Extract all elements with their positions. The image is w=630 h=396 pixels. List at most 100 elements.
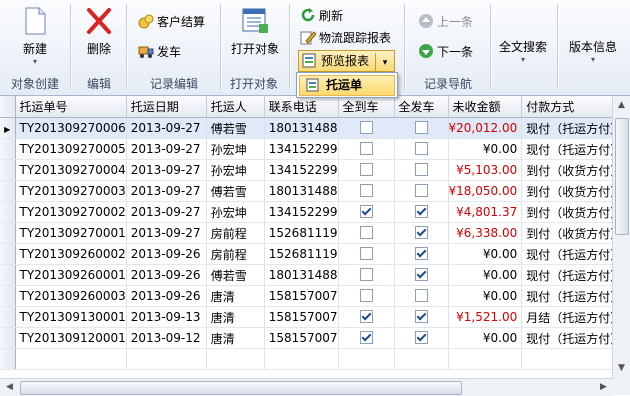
cell-date[interactable]: 2013-09-12 [126, 327, 207, 349]
cell-date[interactable]: 2013-09-27 [126, 180, 207, 202]
cell-phone[interactable]: 180131488 [264, 264, 339, 286]
menu-item-consignment[interactable]: 托运单 [299, 75, 395, 96]
row-indicator[interactable]: ▶ [0, 117, 16, 139]
cell-unpaid-amount[interactable]: ¥5,103.00 [448, 159, 523, 181]
arrived-checkbox[interactable] [359, 289, 373, 302]
cell-consignment-id[interactable]: TY201309260001 [15, 264, 127, 286]
cell-unpaid-amount[interactable]: ¥0.00 [448, 138, 523, 160]
cell-payment-method[interactable]: 现付（托运方付） [521, 327, 627, 349]
cell-unpaid-amount[interactable]: ¥0.00 [448, 243, 523, 265]
cell-shipper[interactable]: 傅若雪 [206, 117, 265, 139]
cell-arrived[interactable] [338, 201, 395, 223]
dispatched-checkbox[interactable] [414, 226, 428, 239]
cell-consignment-id[interactable]: TY201309270003 [15, 180, 127, 202]
cell-arrived[interactable] [338, 327, 395, 349]
cell-dispatched[interactable] [394, 285, 449, 307]
cell-unpaid-amount[interactable]: ¥20,012.00 [448, 117, 523, 139]
cell-payment-method[interactable]: 月结（托运方付） [521, 306, 627, 328]
cell-shipper[interactable]: 唐清 [206, 306, 265, 328]
cell-date[interactable]: 2013-09-27 [126, 159, 207, 181]
cell-phone[interactable]: 134152299 [264, 138, 339, 160]
arrived-checkbox[interactable] [359, 268, 373, 281]
scroll-right-icon[interactable]: ▶ [596, 380, 611, 395]
row-indicator[interactable] [0, 159, 16, 181]
vertical-scroll-thumb[interactable] [615, 118, 629, 235]
dispatched-checkbox[interactable] [414, 247, 428, 260]
cell-unpaid-amount[interactable]: ¥0.00 [448, 264, 523, 286]
cell-shipper[interactable]: 房前程 [206, 222, 265, 244]
horizontal-scroll-thumb[interactable] [20, 381, 462, 395]
cell-dispatched[interactable] [394, 201, 449, 223]
tracking-report-button[interactable]: 物流跟踪报表 [300, 28, 391, 48]
cell-shipper[interactable]: 孙宏坤 [206, 159, 265, 181]
cell-shipper[interactable]: 唐清 [206, 327, 265, 349]
arrived-checkbox[interactable] [359, 142, 373, 155]
cell-date[interactable]: 2013-09-26 [126, 243, 207, 265]
cell-shipper[interactable]: 傅若雪 [206, 264, 265, 286]
scroll-left-icon[interactable]: ◀ [2, 380, 17, 395]
table-row[interactable]: TY201309260003 2013-09-26 唐清 158157007 ¥0.00… [0, 285, 627, 307]
cell-consignment-id[interactable]: TY201309270002 [15, 201, 127, 223]
row-indicator[interactable] [0, 306, 16, 328]
cell-dispatched[interactable] [394, 180, 449, 202]
table-row[interactable]: ▶ TY201309270006 2013-09-27 傅若雪 180131488 ¥20… [0, 117, 627, 139]
column-header[interactable]: 托运人 [206, 96, 265, 118]
cell-payment-method[interactable]: 到付（收货方付） [521, 201, 627, 223]
cell-arrived[interactable] [338, 264, 395, 286]
cell-consignment-id[interactable]: TY201309260002 [15, 243, 127, 265]
cell-arrived[interactable] [338, 180, 395, 202]
cell-date[interactable]: 2013-09-27 [126, 201, 207, 223]
arrived-checkbox[interactable] [359, 205, 373, 218]
cell-arrived[interactable] [338, 306, 395, 328]
vertical-scrollbar[interactable]: ▲ ▼ [612, 96, 630, 378]
cell-payment-method[interactable]: 现付（托运方付） [521, 285, 627, 307]
cell-phone[interactable]: 158157007 [264, 327, 339, 349]
table-row[interactable]: TY201309270005 2013-09-27 孙宏坤 134152299 ¥0.0… [0, 138, 627, 160]
arrived-checkbox[interactable] [359, 121, 373, 134]
dispatched-checkbox[interactable] [414, 268, 428, 281]
column-header[interactable]: 联系电话 [264, 96, 339, 118]
column-header[interactable]: 付款方式 [521, 96, 627, 118]
preview-report-dropdown-icon[interactable]: ▾ [375, 53, 394, 73]
customer-settle-button[interactable]: 客户结算 [138, 12, 205, 32]
refresh-button[interactable]: 刷新 [300, 6, 343, 26]
cell-arrived[interactable] [338, 243, 395, 265]
cell-phone[interactable]: 152681119 [264, 243, 339, 265]
cell-phone[interactable]: 180131488 [264, 180, 339, 202]
arrived-checkbox[interactable] [359, 163, 373, 176]
cell-payment-method[interactable]: 到付（收货方付） [521, 222, 627, 244]
cell-dispatched[interactable] [394, 138, 449, 160]
delete-button[interactable]: 删除 [78, 4, 120, 57]
cell-dispatched[interactable] [394, 117, 449, 139]
scroll-up-icon[interactable]: ▲ [614, 98, 629, 113]
cell-arrived[interactable] [338, 222, 395, 244]
table-row[interactable]: TY201309270002 2013-09-27 孙宏坤 134152299 ¥4,8… [0, 201, 627, 223]
ship-button[interactable]: 发车 [138, 42, 181, 62]
cell-dispatched[interactable] [394, 306, 449, 328]
cell-consignment-id[interactable]: TY201309270006 [15, 117, 127, 139]
table-row[interactable]: TY201309120001 2013-09-12 唐清 158157007 ¥0.00… [0, 327, 627, 349]
arrived-checkbox[interactable] [359, 247, 373, 260]
row-indicator[interactable] [0, 243, 16, 265]
scroll-down-icon[interactable]: ▼ [614, 361, 629, 376]
dispatched-checkbox[interactable] [414, 142, 428, 155]
cell-date[interactable]: 2013-09-26 [126, 285, 207, 307]
row-indicator[interactable] [0, 201, 16, 223]
cell-shipper[interactable]: 孙宏坤 [206, 138, 265, 160]
fulltext-search-button[interactable]: 全文搜索 ▾ [494, 38, 552, 64]
dispatched-checkbox[interactable] [414, 205, 428, 218]
cell-unpaid-amount[interactable]: ¥0.00 [448, 285, 523, 307]
cell-consignment-id[interactable]: TY201309270004 [15, 159, 127, 181]
cell-dispatched[interactable] [394, 264, 449, 286]
dispatched-checkbox[interactable] [414, 184, 428, 197]
cell-shipper[interactable]: 房前程 [206, 243, 265, 265]
column-header[interactable]: 托运日期 [126, 96, 207, 118]
row-indicator[interactable] [0, 222, 16, 244]
cell-shipper[interactable]: 唐清 [206, 285, 265, 307]
dispatched-checkbox[interactable] [414, 289, 428, 302]
table-row[interactable]: TY201309130001 2013-09-13 唐清 158157007 ¥1,52… [0, 306, 627, 328]
cell-date[interactable]: 2013-09-27 [126, 117, 207, 139]
preview-report-button[interactable]: 预览报表 ▾ [298, 50, 396, 73]
cell-unpaid-amount[interactable]: ¥6,338.00 [448, 222, 523, 244]
cell-shipper[interactable]: 傅若雪 [206, 180, 265, 202]
